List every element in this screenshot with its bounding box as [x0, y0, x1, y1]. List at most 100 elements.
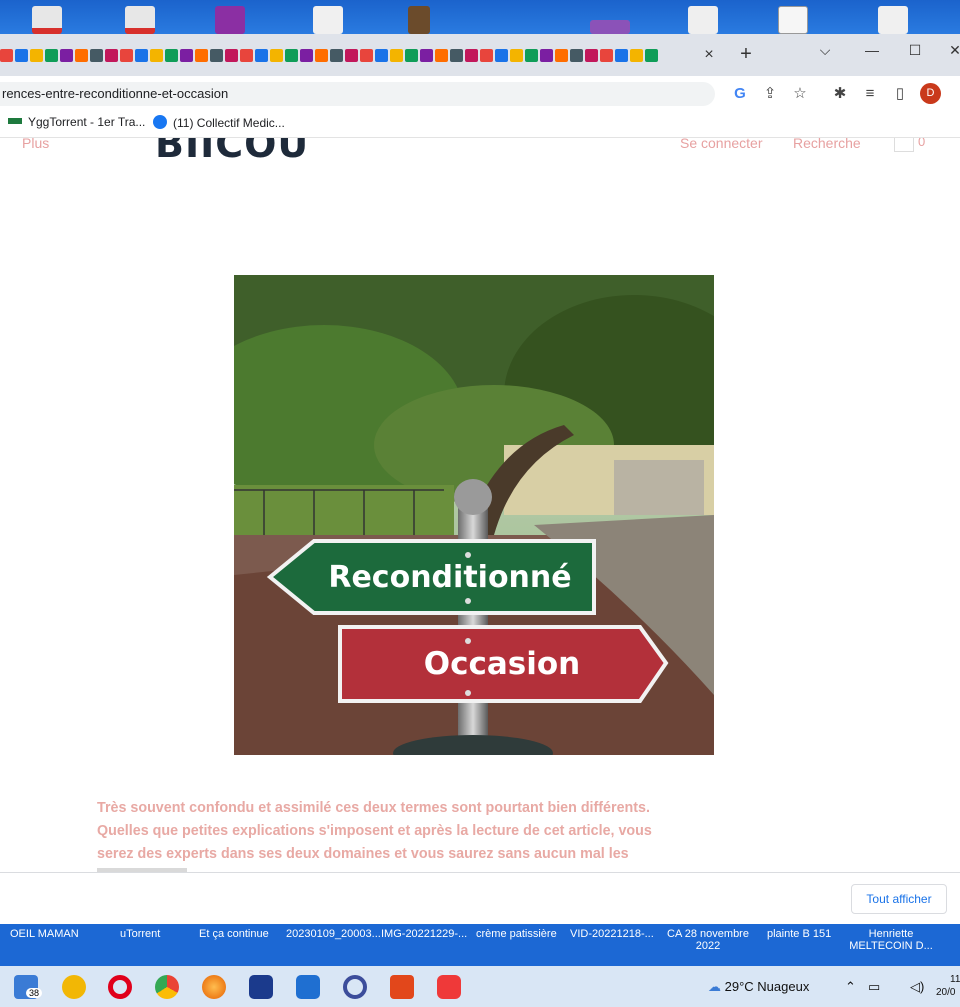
pinned-tab-icon[interactable] [150, 49, 163, 62]
extensions-icon[interactable]: ✱ [830, 84, 850, 104]
pinned-tab-icon[interactable] [0, 49, 13, 62]
document-icon[interactable] [313, 6, 343, 34]
text-file-icon[interactable] [778, 6, 808, 34]
tray-volume-icon[interactable]: ◁) [910, 979, 924, 995]
office-icon[interactable] [390, 975, 414, 999]
pinned-tab-icon[interactable] [375, 49, 388, 62]
pinned-tab-icon[interactable] [120, 49, 133, 62]
pinned-tab-icon[interactable] [135, 49, 148, 62]
pinned-tab-icon[interactable] [330, 49, 343, 62]
google-icon[interactable]: G [730, 84, 750, 104]
pinned-tab-icon[interactable] [90, 49, 103, 62]
url-field[interactable]: rences-entre-reconditionne-et-occasion [0, 82, 715, 106]
pinned-tab-icon[interactable] [420, 49, 433, 62]
pinned-tab-icon[interactable] [600, 49, 613, 62]
pinned-tab-icon[interactable] [630, 49, 643, 62]
desktop-label[interactable]: OEIL MAMAN [10, 928, 79, 940]
pinned-tab-icon[interactable] [615, 49, 628, 62]
desktop-label[interactable]: crème patissière [476, 928, 557, 940]
pdf-icon[interactable] [32, 6, 62, 34]
pinned-tab-icon[interactable] [285, 49, 298, 62]
norton-icon[interactable] [62, 975, 86, 999]
share-icon[interactable]: ⇪ [760, 84, 780, 104]
pinned-tab-icon[interactable] [165, 49, 178, 62]
firefox-icon[interactable] [202, 975, 226, 999]
pinned-tab-icon[interactable] [585, 49, 598, 62]
pinned-tab-icon[interactable] [465, 49, 478, 62]
image-icon[interactable] [590, 20, 630, 34]
book-icon[interactable] [408, 6, 430, 34]
show-all-downloads-button[interactable]: Tout afficher [851, 884, 947, 914]
nav-more-link[interactable]: Plus [22, 138, 49, 151]
pinned-tab-icon[interactable] [540, 49, 553, 62]
desktop-label[interactable]: plainte B 151 [767, 928, 831, 940]
vpn-icon[interactable] [249, 975, 273, 999]
clock[interactable]: 11 20/0 [936, 973, 960, 999]
new-tab-button[interactable]: + [736, 44, 756, 64]
tray-network-icon[interactable]: ▭ [868, 979, 880, 995]
pinned-tab-icon[interactable] [300, 49, 313, 62]
desktop-label[interactable]: 20230109_20003... [286, 928, 381, 940]
site-logo[interactable]: BIICOU [155, 138, 309, 166]
profile-avatar[interactable]: D [920, 83, 941, 104]
weather-widget[interactable]: ☁ 29°C Nuageux [708, 979, 809, 995]
pinned-tab-icon[interactable] [390, 49, 403, 62]
pinned-tab-icon[interactable] [435, 49, 448, 62]
star-icon[interactable]: ☆ [790, 84, 810, 104]
winrar-icon[interactable] [215, 6, 245, 34]
search-link[interactable]: Recherche [793, 138, 861, 151]
opera-icon[interactable] [108, 975, 132, 999]
pinned-tab-icon[interactable] [105, 49, 118, 62]
pinned-tab-icon[interactable] [525, 49, 538, 62]
pinned-tab-icon[interactable] [495, 49, 508, 62]
desktop-label[interactable]: uTorrent [120, 928, 160, 940]
desktop-label[interactable]: Et ça continue [199, 928, 269, 940]
pinned-tab-icon[interactable] [270, 49, 283, 62]
pinned-tab-icon[interactable] [15, 49, 28, 62]
chrome-icon[interactable] [155, 975, 179, 999]
desktop-label[interactable]: IMG-20221229-... [381, 928, 467, 940]
file-icon[interactable] [688, 6, 718, 34]
pinned-tab-icon[interactable] [240, 49, 253, 62]
pinned-tab-icon[interactable] [315, 49, 328, 62]
minimize-button[interactable]: — [862, 40, 882, 60]
pinned-tab-icon[interactable] [555, 49, 568, 62]
maximize-button[interactable]: ☐ [905, 40, 925, 60]
pinned-tab-icon[interactable] [510, 49, 523, 62]
pinned-tab-icon[interactable] [45, 49, 58, 62]
tab-close-button[interactable]: × [700, 46, 718, 64]
bookmarks-bar: YggTorrent - 1er Tra... (11) Collectif M… [0, 110, 960, 138]
bookmark-collectif[interactable]: (11) Collectif Medic... [153, 115, 285, 130]
pinned-tab-icon[interactable] [645, 49, 658, 62]
cart-icon[interactable] [894, 138, 914, 152]
pinned-tab-icon[interactable] [405, 49, 418, 62]
vivaldi-icon[interactable] [437, 975, 461, 999]
desktop-label[interactable]: VID-20221218-... [570, 928, 654, 940]
pinned-tab-icon[interactable] [180, 49, 193, 62]
reading-list-icon[interactable]: ≡ [860, 84, 880, 104]
pinned-tab-icon[interactable] [480, 49, 493, 62]
pinned-tab-icon[interactable] [255, 49, 268, 62]
pdf-icon[interactable] [125, 6, 155, 34]
side-panel-icon[interactable]: ▯ [890, 84, 910, 104]
pinned-tab-icon[interactable] [225, 49, 238, 62]
pinned-tab-icon[interactable] [450, 49, 463, 62]
login-link[interactable]: Se connecter [680, 138, 763, 151]
edge-icon[interactable] [343, 975, 367, 999]
desktop-label[interactable]: CA 28 novembre 2022 [663, 928, 753, 952]
media-file-icon[interactable] [878, 6, 908, 34]
pinned-tab-icon[interactable] [570, 49, 583, 62]
pinned-tab-icon[interactable] [345, 49, 358, 62]
desktop-label[interactable]: Henriette MELTECOIN D... [845, 928, 937, 952]
tray-chevron-icon[interactable]: ⌃ [845, 979, 856, 995]
pinned-tab-icon[interactable] [210, 49, 223, 62]
bookmark-yggtorrent[interactable]: YggTorrent - 1er Tra... [8, 115, 145, 129]
pinned-tab-icon[interactable] [30, 49, 43, 62]
pinned-tab-icon[interactable] [195, 49, 208, 62]
close-window-button[interactable]: ✕ [945, 40, 960, 60]
pinned-tab-icon[interactable] [360, 49, 373, 62]
pinned-tab-icon[interactable] [75, 49, 88, 62]
calendar-icon[interactable] [296, 975, 320, 999]
tab-search-dropdown[interactable]: ⌵ [815, 40, 835, 60]
pinned-tab-icon[interactable] [60, 49, 73, 62]
